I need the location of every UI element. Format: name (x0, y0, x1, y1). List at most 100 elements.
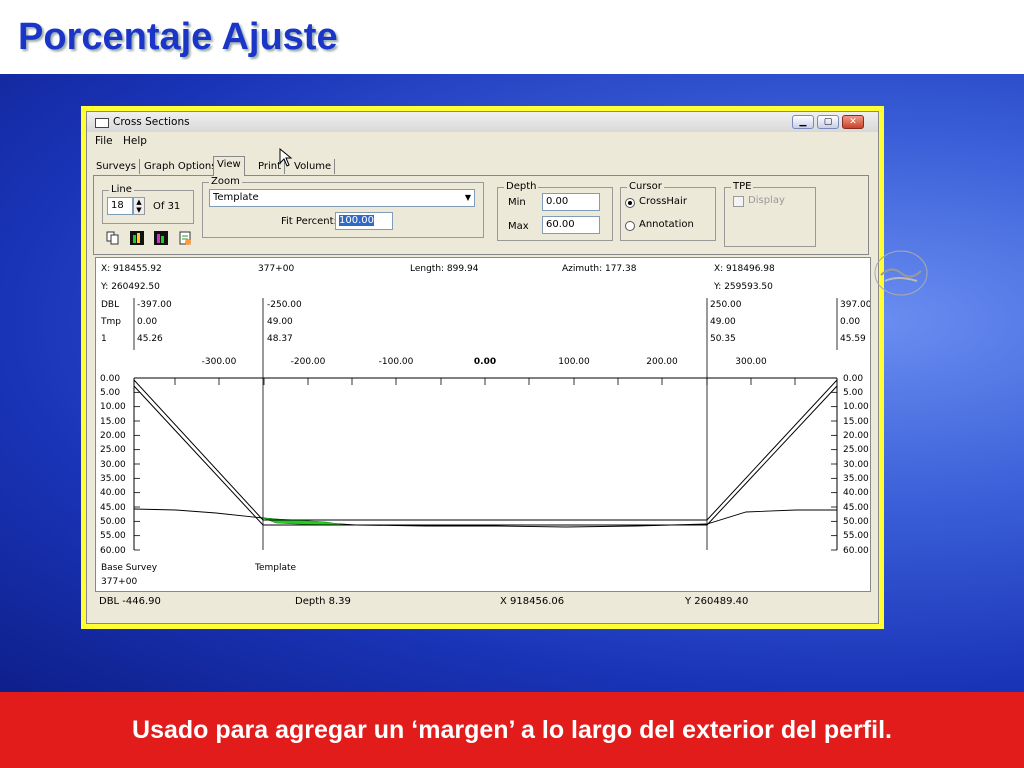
cursor-group: Cursor CrossHair Annotation (620, 181, 716, 241)
depth-label-left: 55.00 (100, 531, 126, 541)
col4-tmp: 0.00 (840, 317, 860, 327)
slide-title: Porcentaje Ajuste (18, 16, 338, 58)
col1-tmp: 0.00 (137, 317, 157, 327)
x-tick-label: -300.00 (202, 357, 237, 367)
tab-volume[interactable]: Volume (291, 159, 336, 174)
depth-max-input[interactable]: 60.00 (542, 216, 600, 234)
line-group-label: Line (109, 184, 134, 195)
slide-title-bar: Porcentaje Ajuste (0, 0, 1024, 74)
tab-view[interactable]: View (213, 156, 245, 176)
annotation-radio[interactable] (625, 221, 635, 231)
col1-1: 45.26 (137, 334, 163, 344)
base-survey-label: Base Survey (101, 563, 158, 573)
depth-min-input[interactable]: 0.00 (542, 193, 600, 211)
close-button[interactable]: ✕ (842, 115, 864, 129)
depth-group: Depth Min 0.00 Max 60.00 (497, 181, 613, 241)
depth-label-left: 0.00 (100, 374, 120, 384)
line-number-input[interactable]: 18 (107, 197, 133, 215)
crosshair-radio[interactable] (625, 198, 635, 208)
row-label-dbl: DBL (101, 300, 119, 310)
window-title: Cross Sections (113, 116, 190, 128)
cross-section-graph[interactable]: X: 918455.92 377+00 Length: 899.94 Azimu… (96, 258, 870, 591)
x-tick-label: -100.00 (379, 357, 414, 367)
line-spinner[interactable]: ▲ ▼ (133, 197, 145, 215)
col3-tmp: 49.00 (710, 317, 736, 327)
col3-dbl: 250.00 (710, 300, 742, 310)
plot-y-left: Y: 260492.50 (100, 282, 160, 292)
window-icon (95, 118, 109, 128)
window-titlebar[interactable]: Cross Sections ▁ ▢ ✕ (87, 112, 878, 132)
depth-label-right: 20.00 (843, 431, 869, 441)
depth-label-left: 30.00 (100, 460, 126, 470)
col4-dbl: 397.00 (840, 300, 870, 310)
status-depth: Depth 8.39 (295, 596, 351, 607)
status-x: X 918456.06 (500, 596, 565, 607)
line-group: Line 18 ▲ ▼ Of 31 (102, 184, 194, 224)
zoom-select[interactable]: Template ▼ (209, 189, 475, 207)
chart-icon[interactable] (129, 230, 145, 246)
depth-label-left: 60.00 (100, 546, 126, 556)
tab-surveys[interactable]: Surveys (93, 159, 140, 174)
x-tick-label: 100.00 (558, 357, 590, 367)
depth-label-left: 10.00 (100, 402, 126, 412)
maximize-button[interactable]: ▢ (817, 115, 839, 129)
x-tick-label: 0.00 (474, 357, 496, 367)
tab-graph-options[interactable]: Graph Options (141, 159, 221, 174)
zoom-group-label: Zoom (209, 176, 242, 187)
minimize-button[interactable]: ▁ (792, 115, 814, 129)
menu-bar: File Help (87, 133, 878, 149)
annotation-label: Annotation (639, 219, 694, 230)
col3-1: 50.35 (710, 334, 736, 344)
template-inner-outline (133, 385, 838, 526)
menu-help[interactable]: Help (123, 135, 147, 147)
display-checkbox[interactable] (733, 196, 744, 207)
depth-label-right: 60.00 (843, 546, 869, 556)
depth-label-left: 50.00 (100, 517, 126, 527)
depth-label-right: 45.00 (843, 503, 869, 513)
crosshair-label: CrossHair (639, 196, 687, 207)
zoom-select-value: Template (213, 192, 259, 203)
tpe-group: TPE Display (724, 181, 816, 247)
watermark-logo (874, 250, 928, 296)
row-label-1: 1 (101, 334, 107, 344)
depth-max-label: Max (508, 221, 529, 232)
col2-dbl: -250.00 (267, 300, 302, 310)
fill-area (262, 517, 347, 526)
cross-section-plot[interactable]: X: 918455.92 377+00 Length: 899.94 Azimu… (95, 257, 871, 592)
copy-icon[interactable] (105, 230, 121, 246)
line-count-label: Of 31 (153, 201, 181, 212)
cross-sections-window: Cross Sections ▁ ▢ ✕ File Help Surveys G… (86, 111, 928, 624)
col2-1: 48.37 (267, 334, 293, 344)
x-tick-labels: -300.00 -200.00 -100.00 0.00 100.00 200.… (202, 357, 767, 367)
depth-label-left: 40.00 (100, 488, 126, 498)
col4-1: 45.59 (840, 334, 866, 344)
chart-alt-icon[interactable] (153, 230, 169, 246)
plot-x-left: X: 918455.92 (101, 264, 162, 274)
fit-percent-input[interactable]: 100.00 (335, 212, 393, 230)
fit-percent-label: Fit Percent: (281, 216, 337, 227)
depth-label-right: 30.00 (843, 460, 869, 470)
depth-label-right: 15.00 (843, 417, 869, 427)
depth-labels-left: 0.00 5.00 10.00 15.00 20.00 25.00 30.00 … (100, 374, 126, 556)
export-icon[interactable] (177, 230, 193, 246)
col1-dbl: -397.00 (137, 300, 172, 310)
plot-y-right: Y: 259593.50 (713, 282, 773, 292)
status-dbl: DBL -446.90 (99, 596, 161, 607)
depth-label-right: 55.00 (843, 531, 869, 541)
display-label: Display (748, 195, 785, 206)
footer-caption: Usado para agregar un ‘margen’ a lo larg… (132, 716, 892, 744)
depth-label-right: 35.00 (843, 474, 869, 484)
menu-file[interactable]: File (95, 135, 113, 147)
col2-tmp: 49.00 (267, 317, 293, 327)
depth-label-left: 25.00 (100, 445, 126, 455)
chevron-down-icon[interactable]: ▼ (465, 191, 471, 205)
template-label: Template (254, 563, 297, 573)
tpe-group-label: TPE (731, 181, 754, 192)
depth-label-right: 25.00 (843, 445, 869, 455)
plot-station: 377+00 (258, 264, 294, 274)
depth-label-right: 40.00 (843, 488, 869, 498)
depth-label-right: 5.00 (843, 388, 863, 398)
plot-azimuth: Azimuth: 177.38 (562, 264, 637, 274)
plot-length: Length: 899.94 (410, 264, 479, 274)
depth-label-left: 35.00 (100, 474, 126, 484)
